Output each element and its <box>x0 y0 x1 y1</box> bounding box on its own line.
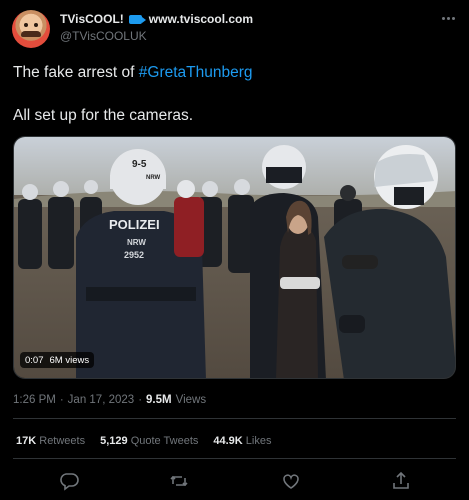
tweet-time[interactable]: 1:26 PM <box>13 394 56 406</box>
helmet-sub: NRW <box>146 175 161 181</box>
quotes-label: Quote Tweets <box>130 435 199 447</box>
video-badge: 0:07 6M views <box>20 352 95 368</box>
likes-stat[interactable]: 44.9K Likes <box>213 435 271 447</box>
divider <box>13 418 456 419</box>
retweet-icon[interactable] <box>168 470 190 492</box>
share-icon[interactable] <box>390 470 412 492</box>
author-display-name[interactable]: TVisCOOL! <box>60 12 124 26</box>
helmet-number: 9-5 <box>132 159 147 170</box>
more-dots-icon[interactable] <box>438 8 458 28</box>
tweet-text-line2: All set up for the cameras. <box>13 107 194 124</box>
retweets-stat[interactable]: 17K Retweets <box>16 435 85 447</box>
heart-icon[interactable] <box>280 470 302 492</box>
video-player[interactable]: 9-5 NRW POLIZEI NRW 2952 <box>13 136 456 379</box>
views-count: 9.5M <box>146 394 172 406</box>
retweets-label: Retweets <box>39 435 86 447</box>
tweet-card: TVisCOOL! www.tviscool.com @TVisCOOLUK T… <box>0 0 469 500</box>
quotes-stat[interactable]: 5,129 Quote Tweets <box>100 435 198 447</box>
meta-separator: · <box>138 394 143 406</box>
reply-icon[interactable] <box>58 470 80 492</box>
video-frame: 9-5 NRW POLIZEI NRW 2952 <box>14 137 455 378</box>
engagement-stats: 17K Retweets 5,129 Quote Tweets 44.9K Li… <box>16 435 271 447</box>
avatar-eye <box>34 23 38 27</box>
tweet-text-prefix: The fake arrest of <box>13 64 139 81</box>
hashtag-link[interactable]: #GretaThunberg <box>139 64 253 81</box>
likes-count: 44.9K <box>213 435 243 447</box>
vest-region: NRW <box>127 238 146 247</box>
avatar-eye <box>24 23 28 27</box>
divider <box>13 458 456 459</box>
avatar-mustache <box>21 31 41 37</box>
tweet-date[interactable]: Jan 17, 2023 <box>68 394 135 406</box>
author-website: www.tviscool.com <box>148 12 254 26</box>
vest-label: POLIZEI <box>109 217 160 232</box>
author-name-row[interactable]: TVisCOOL! www.tviscool.com <box>60 12 253 26</box>
author-handle[interactable]: @TVisCOOLUK <box>60 29 147 43</box>
video-views: 6M views <box>49 354 90 366</box>
tweet-text-line1: The fake arrest of #GretaThunberg <box>13 64 253 82</box>
action-bar <box>0 470 469 492</box>
camera-badge-icon <box>128 14 146 24</box>
tweet-meta: 1:26 PM · Jan 17, 2023 · 9.5M Views <box>13 394 206 406</box>
meta-separator: · <box>59 394 64 406</box>
views-label: Views <box>175 394 207 406</box>
quotes-count: 5,129 <box>100 435 128 447</box>
avatar[interactable] <box>12 10 50 48</box>
likes-label: Likes <box>245 435 272 447</box>
vest-number: 2952 <box>124 250 144 260</box>
retweets-count: 17K <box>16 435 37 447</box>
video-duration: 0:07 <box>25 354 44 366</box>
